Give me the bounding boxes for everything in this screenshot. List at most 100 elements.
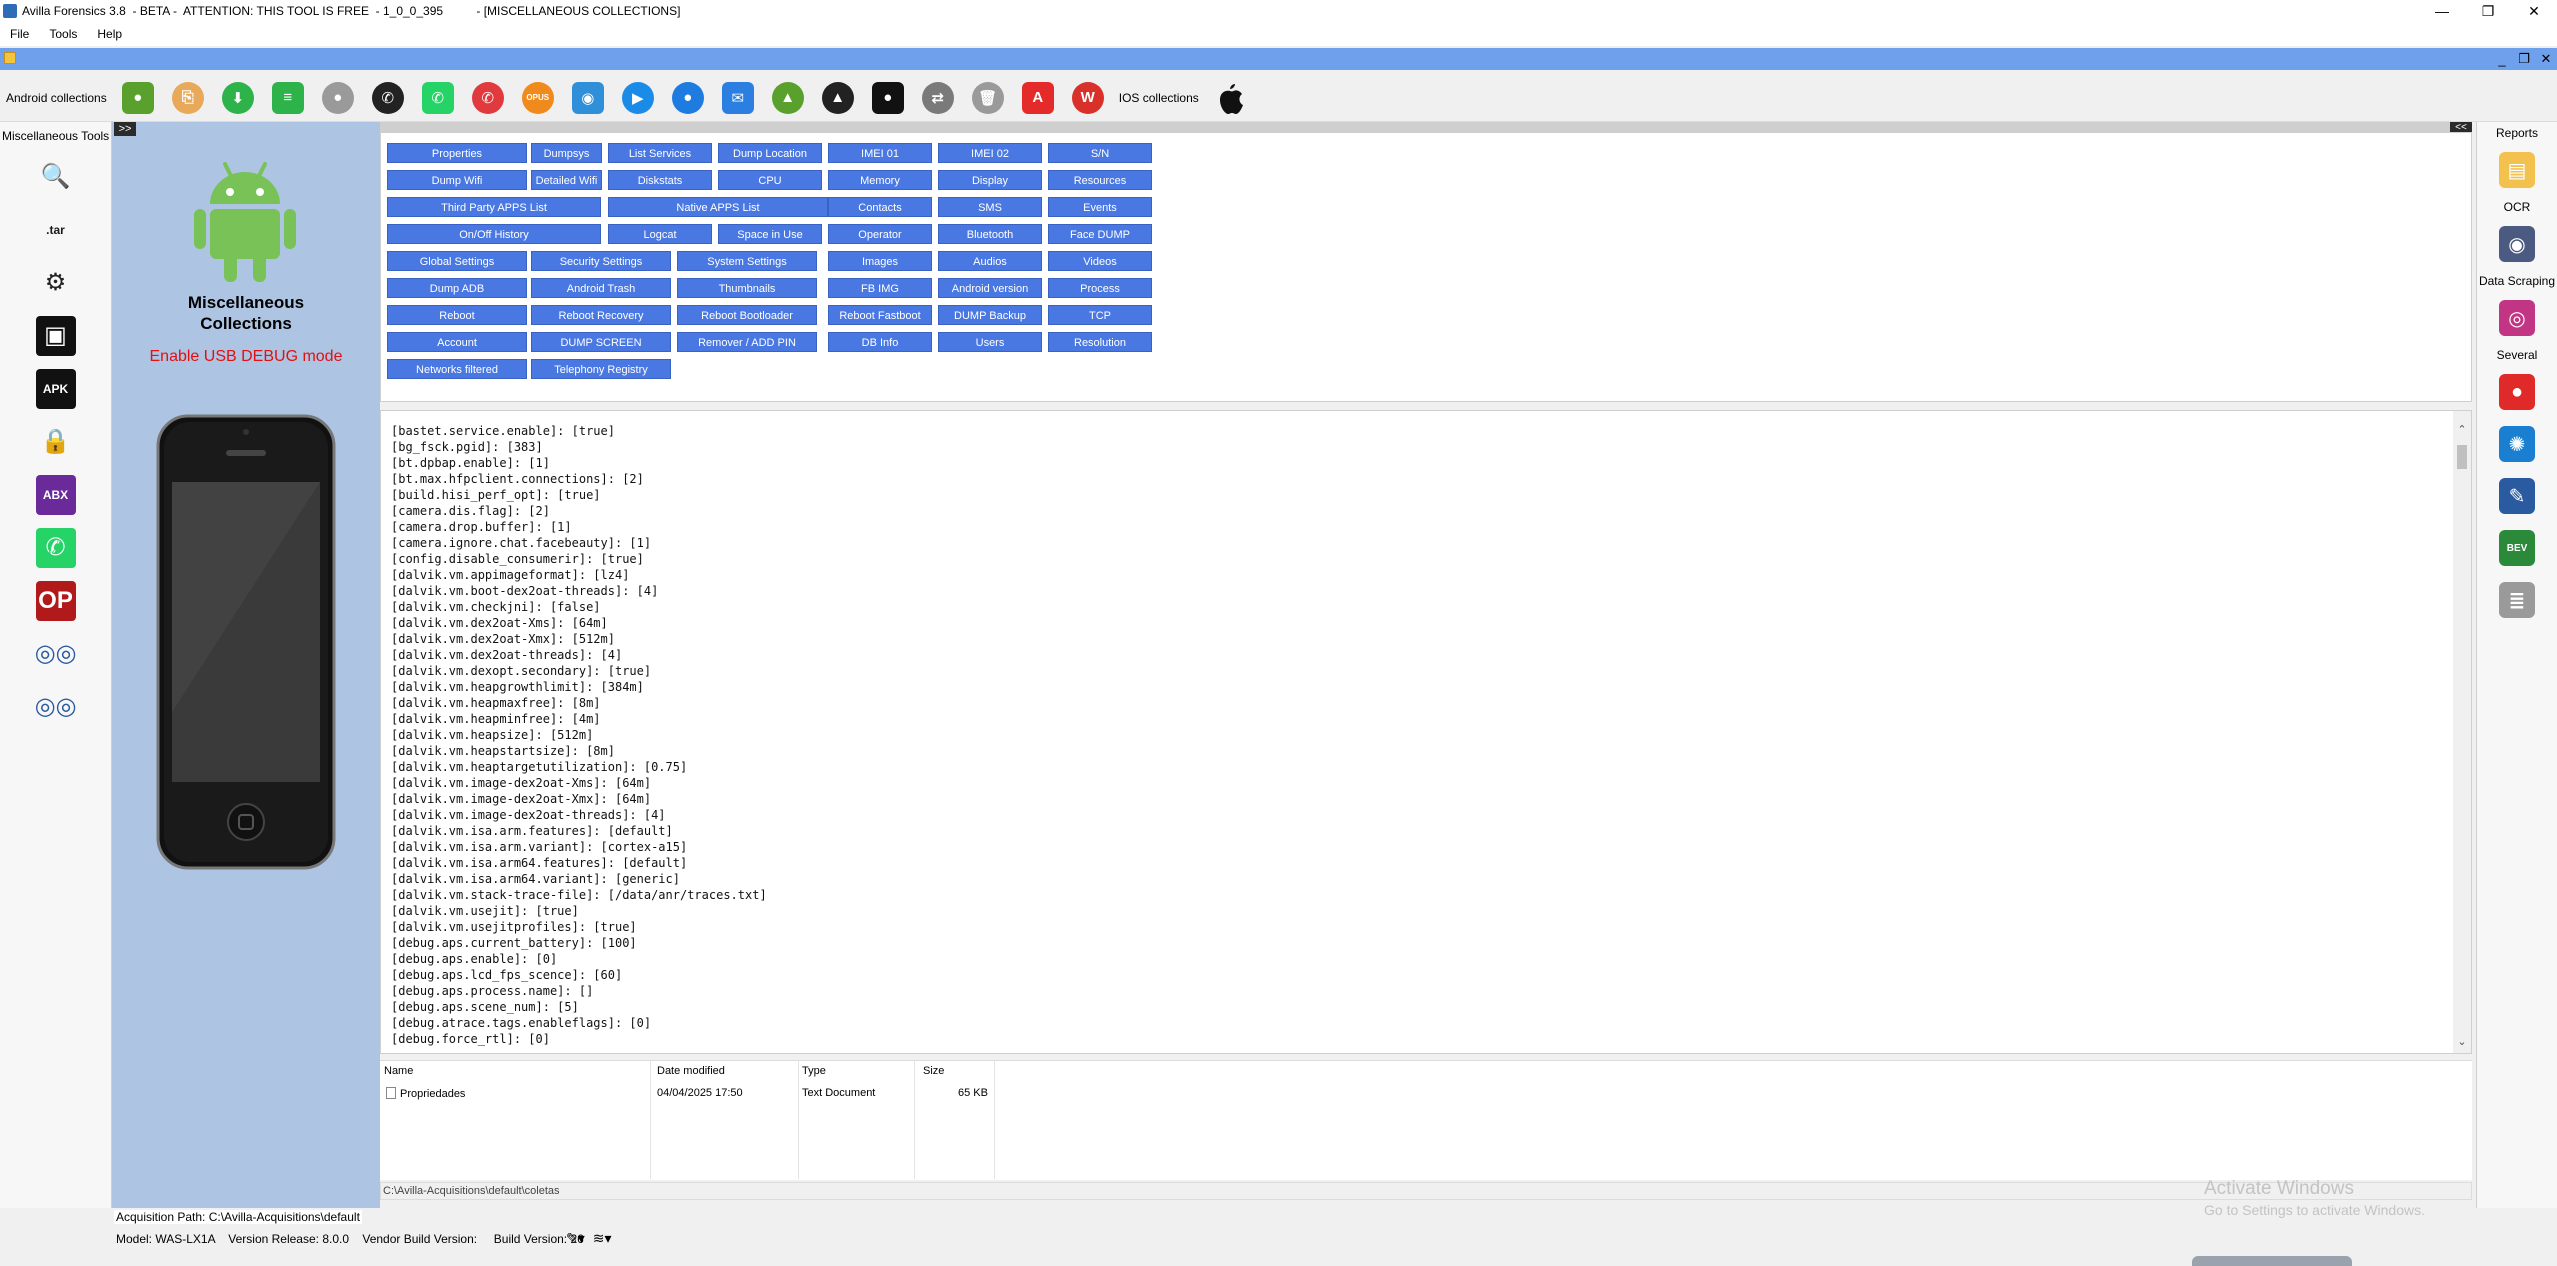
left-tool-item[interactable]: OP xyxy=(0,574,111,627)
message-icon[interactable]: ✉ xyxy=(717,77,759,119)
instagram-item[interactable]: ◎ xyxy=(2477,292,2557,344)
chat-icon[interactable]: ● xyxy=(867,77,909,119)
function-button[interactable]: Remover / ADD PIN xyxy=(677,332,817,352)
android-robot-icon[interactable]: ▲ xyxy=(767,77,809,119)
function-button[interactable]: Dumpsys xyxy=(531,143,602,163)
android-dark-icon[interactable]: ▲ xyxy=(817,77,859,119)
menu-help[interactable]: Help xyxy=(87,27,132,41)
opus-icon[interactable]: OPUS xyxy=(517,77,559,119)
android-collections-label[interactable]: Android collections xyxy=(0,91,113,105)
function-button[interactable]: Android Trash xyxy=(531,278,671,298)
maximize-button[interactable]: ❐ xyxy=(2465,0,2511,22)
function-button[interactable]: Memory xyxy=(828,170,932,190)
bev-item[interactable]: BEV xyxy=(2477,522,2557,574)
function-button[interactable]: Global Settings xyxy=(387,251,527,271)
function-button[interactable]: Contacts xyxy=(828,197,932,217)
function-button[interactable]: Face DUMP xyxy=(1048,224,1152,244)
function-button[interactable]: Diskstats xyxy=(608,170,712,190)
output-scrollbar[interactable]: ⌃ ⌄ xyxy=(2453,411,2471,1053)
function-button[interactable]: Reboot xyxy=(387,305,527,325)
function-button[interactable]: Audios xyxy=(938,251,1042,271)
function-button[interactable]: Dump Location xyxy=(718,143,822,163)
left-tool-item[interactable]: 🔒 xyxy=(0,415,111,468)
function-button[interactable]: Properties xyxy=(387,143,527,163)
menu-tools[interactable]: Tools xyxy=(39,27,87,41)
left-tool-item[interactable]: APK xyxy=(0,362,111,415)
whatsapp-black-icon[interactable]: ✆ xyxy=(367,77,409,119)
database-item[interactable]: ≣ xyxy=(2477,574,2557,626)
function-button[interactable]: Videos xyxy=(1048,251,1152,271)
mdi-minimize-button[interactable]: _ xyxy=(2491,52,2513,67)
column-name[interactable]: Name xyxy=(384,1065,413,1077)
function-button[interactable]: TCP xyxy=(1048,305,1152,325)
download-icon[interactable]: ⬇ xyxy=(217,77,259,119)
wifi-dropdown-icon[interactable]: ≋▾ xyxy=(593,1230,612,1247)
function-button[interactable]: DUMP Backup xyxy=(938,305,1042,325)
function-button[interactable]: Android version xyxy=(938,278,1042,298)
ios-collections-label[interactable]: IOS collections xyxy=(1113,91,1205,105)
phone-icon[interactable]: ✆ xyxy=(467,77,509,119)
reports-item[interactable]: ▤ xyxy=(2477,144,2557,196)
function-button[interactable]: Images xyxy=(828,251,932,271)
scroll-up-icon[interactable]: ⌃ xyxy=(2453,421,2471,439)
output-text-area[interactable]: [bastet.service.enable]: [true] [bg_fsck.… xyxy=(380,410,2472,1054)
acrobat-icon[interactable]: A xyxy=(1017,77,1059,119)
function-button[interactable]: Native APPS List xyxy=(608,197,828,217)
left-tool-item[interactable]: ◎◎ xyxy=(0,680,111,733)
function-button[interactable]: Account xyxy=(387,332,527,352)
function-button[interactable]: SMS xyxy=(938,197,1042,217)
user-gray-icon[interactable]: ● xyxy=(317,77,359,119)
scroll-down-icon[interactable]: ⌄ xyxy=(2453,1033,2471,1051)
video-icon[interactable]: ▶ xyxy=(617,77,659,119)
function-button[interactable]: Logcat xyxy=(608,224,712,244)
transfer-icon[interactable]: ⇄ xyxy=(917,77,959,119)
contacts-icon[interactable]: ● xyxy=(667,77,709,119)
apple-icon[interactable] xyxy=(1209,77,1251,119)
file-row[interactable]: Propriedades 04/04/2025 17:50 Text Documen… xyxy=(380,1085,2472,1103)
minimize-button[interactable]: — xyxy=(2419,0,2465,22)
function-button[interactable]: IMEI 01 xyxy=(828,143,932,163)
mdi-child-icon[interactable] xyxy=(4,52,16,64)
function-button[interactable]: Dump ADB xyxy=(387,278,527,298)
function-button[interactable]: CPU xyxy=(718,170,822,190)
function-button[interactable]: Telephony Registry xyxy=(531,359,671,379)
function-button[interactable]: Security Settings xyxy=(531,251,671,271)
function-button[interactable]: Resolution xyxy=(1048,332,1152,352)
ocr-item[interactable]: ◉ xyxy=(2477,218,2557,270)
function-button[interactable]: On/Off History xyxy=(387,224,601,244)
camera-icon[interactable]: ◉ xyxy=(567,77,609,119)
left-tool-item[interactable]: ⚙ xyxy=(0,256,111,309)
function-button[interactable]: Display xyxy=(938,170,1042,190)
left-tool-item[interactable]: ABX xyxy=(0,468,111,521)
function-button[interactable]: FB IMG xyxy=(828,278,932,298)
pen-dropdown-icon[interactable]: ✎▾ xyxy=(566,1230,585,1247)
function-button[interactable]: Networks filtered xyxy=(387,359,527,379)
function-button[interactable]: Users xyxy=(938,332,1042,352)
database-green-icon[interactable]: ≡ xyxy=(267,77,309,119)
column-date[interactable]: Date modified xyxy=(657,1065,725,1077)
function-button[interactable]: Thumbnails xyxy=(677,278,817,298)
close-button[interactable]: ✕ xyxy=(2511,0,2557,22)
mdi-close-button[interactable]: ✕ xyxy=(2535,51,2557,67)
function-button[interactable]: Operator xyxy=(828,224,932,244)
function-button[interactable]: Bluetooth xyxy=(938,224,1042,244)
function-button[interactable]: List Services xyxy=(608,143,712,163)
function-button[interactable]: Reboot Bootloader xyxy=(677,305,817,325)
tools-item[interactable]: ✎ xyxy=(2477,470,2557,522)
column-type[interactable]: Type xyxy=(802,1065,826,1077)
function-button[interactable]: DUMP SCREEN xyxy=(531,332,671,352)
collect-icon[interactable]: ⎘ xyxy=(167,77,209,119)
scroll-thumb[interactable] xyxy=(2457,445,2467,469)
android-green-icon[interactable]: ● xyxy=(117,77,159,119)
left-tool-item[interactable]: ◎◎ xyxy=(0,627,111,680)
function-button[interactable]: DB Info xyxy=(828,332,932,352)
function-button[interactable]: Events xyxy=(1048,197,1152,217)
winrar-icon[interactable]: W xyxy=(1067,77,1109,119)
network-item[interactable]: ✺ xyxy=(2477,418,2557,470)
left-tool-item[interactable]: ✆ xyxy=(0,521,111,574)
left-tool-item[interactable]: 🔍 xyxy=(0,150,111,203)
function-button[interactable]: Resources xyxy=(1048,170,1152,190)
function-button[interactable]: Detailed Wifi xyxy=(531,170,602,190)
function-button[interactable]: Dump Wifi xyxy=(387,170,527,190)
function-button[interactable]: IMEI 02 xyxy=(938,143,1042,163)
